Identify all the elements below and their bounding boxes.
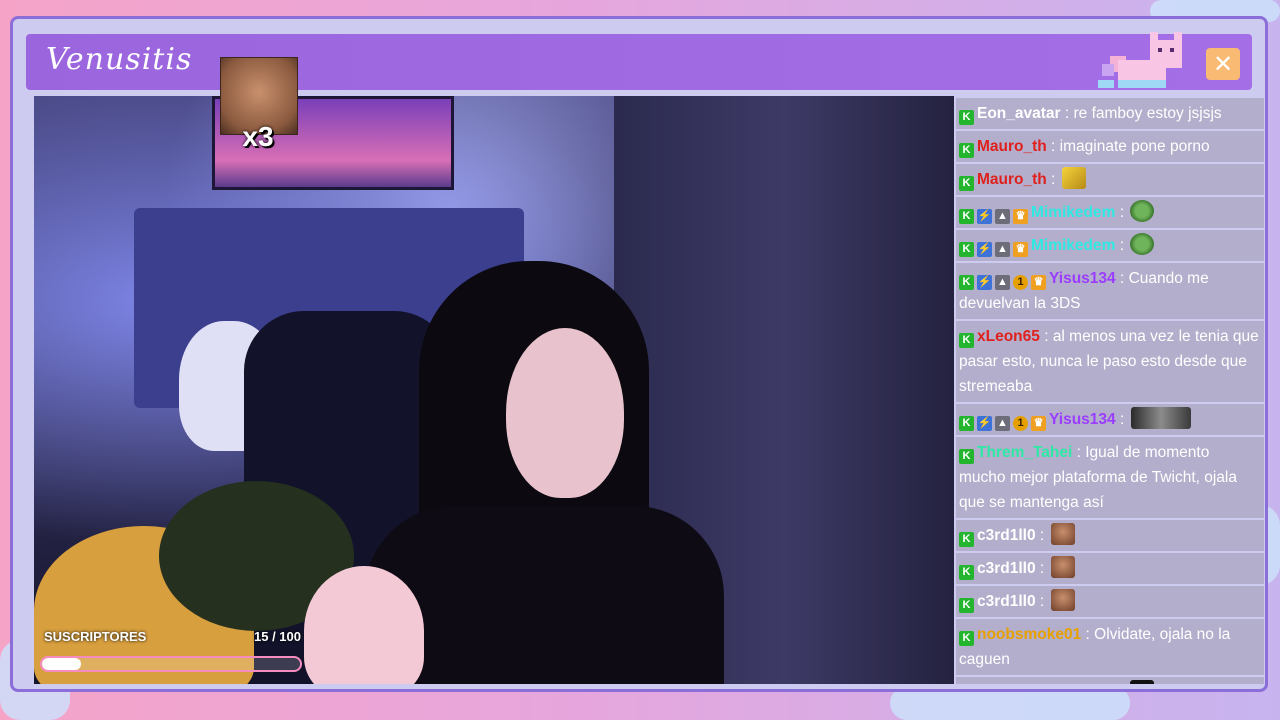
kick-badge-icon: K: [959, 275, 974, 290]
kick-badge-icon: K: [959, 416, 974, 431]
chat-separator: :: [1035, 560, 1049, 577]
chat-separator: :: [1046, 138, 1060, 155]
chat-emote: [1130, 200, 1155, 222]
close-button[interactable]: ✕: [1206, 48, 1240, 80]
kick-badge-icon: K: [959, 209, 974, 224]
chat-message: Kc3rd1ll0 :: [956, 520, 1264, 551]
chat-message: K ⚡ ▲ 1 ♛ Yisus134 :: [956, 404, 1264, 435]
plush-toy: [304, 566, 424, 684]
kick-badge-icon: K: [959, 242, 974, 257]
chat-message: K Eon_avatar : re famboy estoy jsjsjs: [956, 98, 1264, 129]
chat-emote: [1130, 680, 1155, 684]
chat-separator: :: [1060, 105, 1074, 122]
chat-separator: :: [1115, 270, 1129, 287]
chat-separator: :: [1046, 171, 1060, 188]
chat-emote: [1050, 523, 1075, 545]
chat-panel: K Eon_avatar : re famboy estoy jsjsjs K Mau…: [956, 98, 1264, 684]
sword-badge-icon: ▲: [995, 275, 1010, 290]
chat-message: K ⚡ ▲ 1 ♛ Yisus134 : Cuando me devuelvan la 3…: [956, 263, 1264, 319]
chat-separator: :: [1115, 237, 1129, 254]
chat-message: KxLeon65 : al menos una vez le tenia que…: [956, 321, 1264, 402]
chat-text: re famboy estoy jsjsjs: [1073, 105, 1222, 122]
stream-title: Venusitis: [46, 42, 193, 77]
chat-message: K⚡▲♛Mimikedem :: [956, 230, 1264, 261]
gift-badge-icon: 1: [1013, 416, 1028, 431]
gift-badge-icon: 1: [1013, 275, 1028, 290]
kick-badge-icon: K: [959, 565, 974, 580]
sword-badge-icon: ▲: [995, 416, 1010, 431]
chat-emote: [1130, 233, 1155, 255]
kick-badge-icon: K: [959, 333, 974, 348]
chat-separator: :: [1035, 593, 1049, 610]
chat-message: Knoobsmoke01 : Olvidate, ojala no la cag…: [956, 619, 1264, 675]
crown-badge-icon: ♛: [1031, 416, 1046, 431]
kick-badge-icon: K: [959, 598, 974, 613]
power-badge-icon: ⚡: [977, 209, 992, 224]
kick-badge-icon: K: [959, 449, 974, 464]
close-icon: ✕: [1212, 50, 1234, 78]
chat-username[interactable]: Mauro_th: [977, 138, 1047, 155]
chat-username[interactable]: c3rd1ll0: [977, 560, 1036, 577]
sub-goal-count: 15 / 100: [254, 629, 301, 644]
chat-separator: :: [1039, 328, 1053, 345]
chat-username[interactable]: Mauro_th: [977, 171, 1047, 188]
chat-separator: :: [1081, 626, 1095, 643]
chat-message: K Threm_Tahei : Igual de momento mucho me…: [956, 437, 1264, 518]
chat-username[interactable]: xLeon65: [977, 328, 1040, 345]
sub-goal-label: SUSCRIPTORES: [44, 629, 147, 644]
chat-message: Kc3rd1ll0 :: [956, 586, 1264, 617]
chat-username[interactable]: noobsmoke01: [977, 626, 1081, 643]
chat-separator: :: [1115, 204, 1129, 221]
chat-username[interactable]: c3rd1ll0: [977, 527, 1036, 544]
chat-message: K Mauro_th :: [956, 164, 1264, 195]
chat-separator: :: [1035, 527, 1049, 544]
webcam-video: [34, 96, 954, 684]
chat-username[interactable]: Mimikedem: [1031, 204, 1115, 221]
chat-emote: [1050, 556, 1075, 578]
chat-emote: [1050, 589, 1075, 611]
sub-goal-progress-fill: [42, 658, 81, 670]
sword-badge-icon: ▲: [995, 209, 1010, 224]
power-badge-icon: ⚡: [977, 242, 992, 257]
emote-alert: x3: [220, 57, 298, 157]
chat-message: Kc3rd1ll0 :: [956, 553, 1264, 584]
crown-badge-icon: ♛: [1031, 275, 1046, 290]
chat-username[interactable]: Threm_Tahei: [977, 444, 1072, 461]
streamer-face: [506, 328, 624, 498]
kick-badge-icon: K: [959, 532, 974, 547]
chat-message: K⚡▲♛Mimikedem :: [956, 677, 1264, 684]
power-badge-icon: ⚡: [977, 275, 992, 290]
kick-badge-icon: K: [959, 176, 974, 191]
emote-combo-count: x3: [242, 121, 274, 152]
pixel-cat-icon: [1098, 32, 1182, 88]
chat-message: K Mauro_th : imaginate pone porno: [956, 131, 1264, 162]
crown-badge-icon: ♛: [1013, 209, 1028, 224]
chat-message: K⚡▲♛Mimikedem :: [956, 197, 1264, 228]
kick-badge-icon: K: [959, 110, 974, 125]
overlay-titlebar: [26, 34, 1252, 90]
chat-username[interactable]: c3rd1ll0: [977, 593, 1036, 610]
kick-badge-icon: K: [959, 631, 974, 646]
sword-badge-icon: ▲: [995, 242, 1010, 257]
chat-username[interactable]: Mimikedem: [1031, 237, 1115, 254]
chat-text: imaginate pone porno: [1059, 138, 1210, 155]
power-badge-icon: ⚡: [977, 416, 992, 431]
chat-username[interactable]: Yisus134: [1049, 270, 1116, 287]
chat-username[interactable]: Yisus134: [1049, 411, 1116, 428]
chat-emote: [1061, 167, 1086, 189]
crown-badge-icon: ♛: [1013, 242, 1028, 257]
sub-goal-progress: [40, 656, 302, 672]
chat-separator: :: [1115, 411, 1129, 428]
kick-badge-icon: K: [959, 143, 974, 158]
chat-emote: [1130, 407, 1191, 429]
chat-username[interactable]: Eon_avatar: [977, 105, 1061, 122]
chat-separator: :: [1072, 444, 1086, 461]
